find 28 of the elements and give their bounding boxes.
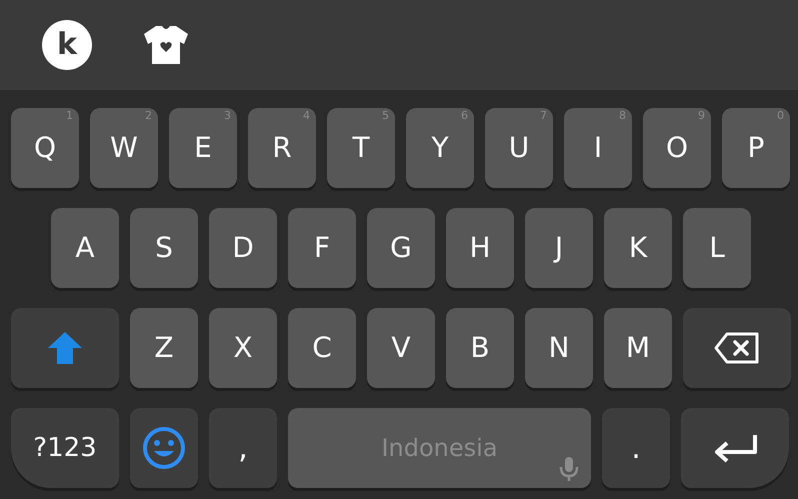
key[interactable]: S bbox=[130, 208, 198, 288]
key[interactable]: Z bbox=[130, 308, 198, 388]
enter-key[interactable] bbox=[681, 408, 789, 488]
key[interactable]: A bbox=[51, 208, 119, 288]
key[interactable]: C bbox=[288, 308, 356, 388]
key[interactable]: B bbox=[446, 308, 514, 388]
emoji-key[interactable] bbox=[130, 408, 198, 488]
key[interactable]: H bbox=[446, 208, 514, 288]
key[interactable]: L bbox=[683, 208, 751, 288]
key[interactable]: N bbox=[525, 308, 593, 388]
key[interactable]: F bbox=[288, 208, 356, 288]
shift-key[interactable] bbox=[11, 308, 119, 388]
punctuation-key[interactable]: , bbox=[209, 408, 277, 488]
symbols-key[interactable]: ?123 bbox=[11, 408, 119, 488]
smiley-icon bbox=[142, 426, 186, 470]
microphone-icon bbox=[559, 456, 579, 482]
key[interactable]: G bbox=[367, 208, 435, 288]
key[interactable]: X bbox=[209, 308, 277, 388]
key[interactable]: K bbox=[604, 208, 672, 288]
key[interactable]: J bbox=[525, 208, 593, 288]
key[interactable]: V bbox=[367, 308, 435, 388]
punctuation-key[interactable]: . bbox=[602, 408, 670, 488]
backspace-key[interactable] bbox=[683, 308, 791, 388]
logo-button[interactable]: k bbox=[42, 20, 92, 70]
key[interactable]: D bbox=[209, 208, 277, 288]
tshirt-icon[interactable] bbox=[142, 24, 190, 66]
key[interactable]: M bbox=[604, 308, 672, 388]
backspace-icon bbox=[713, 331, 761, 365]
